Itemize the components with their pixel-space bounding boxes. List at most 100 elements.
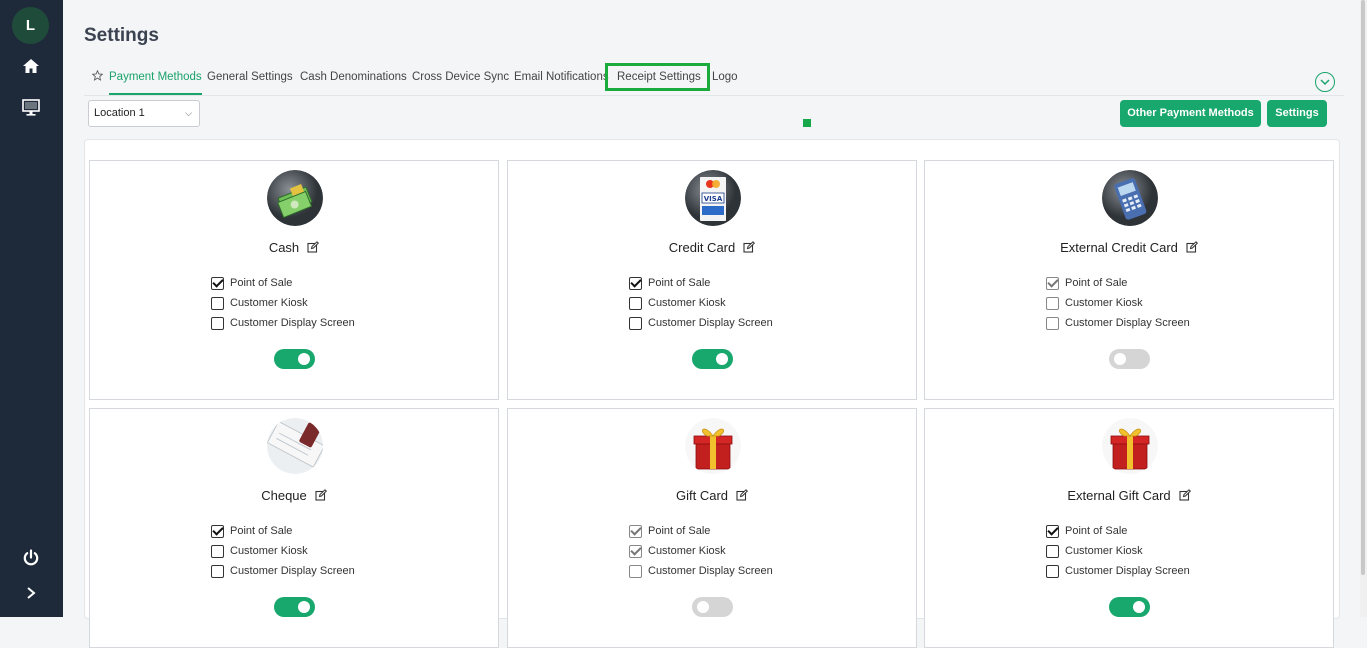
- collapse-chevron-icon[interactable]: [1315, 72, 1335, 92]
- gift-icon: [685, 418, 741, 474]
- customer-display-screen-checkbox: [629, 564, 642, 578]
- customer-kiosk-checkbox[interactable]: [1046, 544, 1059, 558]
- payment-method-title: Cash: [90, 240, 498, 255]
- settings-tabs: Payment Methods General Settings Cash De…: [84, 60, 1344, 96]
- customer-kiosk-checkbox-row: Customer Kiosk: [1046, 293, 1190, 313]
- edit-icon[interactable]: [315, 489, 327, 501]
- status-indicator: [803, 119, 811, 127]
- location-select[interactable]: Location 1 ⌵: [88, 100, 200, 127]
- tab-highlight-box: [605, 63, 710, 91]
- channel-options: Point of Sale Customer Kiosk Customer Disp…: [211, 521, 355, 581]
- payment-methods-panel: Cash Point of Sale Customer Kiosk Customer …: [84, 139, 1340, 648]
- point-of-sale-checkbox[interactable]: [1046, 524, 1059, 538]
- customer-kiosk-checkbox[interactable]: [211, 296, 224, 310]
- chevron-down-icon: ⌵: [185, 108, 192, 118]
- edit-icon[interactable]: [1179, 489, 1191, 501]
- customer-display-screen-checkbox[interactable]: [211, 316, 224, 330]
- option-label: Point of Sale: [1065, 525, 1128, 537]
- cheque-icon: [267, 418, 323, 474]
- point-of-sale-checkbox: [629, 524, 642, 538]
- channel-options: Point of Sale Customer Kiosk Customer Disp…: [1046, 273, 1190, 333]
- home-icon[interactable]: [20, 55, 42, 77]
- tab-cross-device-sync[interactable]: Cross Device Sync: [412, 60, 509, 95]
- point-of-sale-checkbox[interactable]: [211, 524, 224, 538]
- page-title: Settings: [84, 25, 159, 46]
- location-select-value: Location 1: [94, 107, 145, 119]
- option-label: Customer Kiosk: [230, 545, 308, 557]
- avatar[interactable]: L: [12, 7, 49, 44]
- enable-toggle[interactable]: [1109, 349, 1150, 369]
- payment-method-title: Cheque: [90, 488, 498, 503]
- edit-icon[interactable]: [1186, 241, 1198, 253]
- option-label: Customer Display Screen: [1065, 317, 1190, 329]
- option-label: Customer Kiosk: [1065, 545, 1143, 557]
- option-label: Customer Display Screen: [648, 565, 773, 577]
- payment-method-name: External Gift Card: [1067, 488, 1171, 503]
- option-label: Point of Sale: [230, 277, 293, 289]
- point-of-sale-checkbox-row: Point of Sale: [211, 273, 355, 293]
- star-icon: [91, 60, 104, 95]
- option-label: Point of Sale: [648, 525, 711, 537]
- channel-options: Point of Sale Customer Kiosk Customer Disp…: [211, 273, 355, 333]
- customer-kiosk-checkbox[interactable]: [629, 296, 642, 310]
- payment-method-title: External Credit Card: [925, 240, 1333, 255]
- edit-icon[interactable]: [307, 241, 320, 253]
- option-label: Point of Sale: [648, 277, 711, 289]
- edit-icon[interactable]: [743, 241, 756, 253]
- point-of-sale-checkbox-row: Point of Sale: [1046, 273, 1190, 293]
- enable-toggle[interactable]: [692, 597, 733, 617]
- point-of-sale-checkbox: [1046, 276, 1059, 290]
- main-content: Settings Payment Methods General Setting…: [63, 0, 1360, 648]
- channel-options: Point of Sale Customer Kiosk Customer Disp…: [1046, 521, 1190, 581]
- enable-toggle[interactable]: [274, 349, 315, 369]
- point-of-sale-checkbox[interactable]: [211, 276, 224, 290]
- channel-options: Point of Sale Customer Kiosk Customer Disp…: [629, 521, 773, 581]
- tab-payment-methods[interactable]: Payment Methods: [109, 60, 202, 95]
- customer-display-screen-checkbox[interactable]: [629, 316, 642, 330]
- point-of-sale-checkbox-row: Point of Sale: [629, 273, 773, 293]
- customer-kiosk-checkbox[interactable]: [211, 544, 224, 558]
- tab-logo[interactable]: Logo: [712, 60, 738, 95]
- power-icon[interactable]: [20, 547, 42, 569]
- point-of-sale-checkbox-row: Point of Sale: [1046, 521, 1190, 541]
- settings-button[interactable]: Settings: [1267, 100, 1327, 127]
- option-label: Customer Display Screen: [230, 565, 355, 577]
- tab-general-settings[interactable]: General Settings: [207, 60, 293, 95]
- tab-cash-denominations[interactable]: Cash Denominations: [300, 60, 407, 95]
- other-payment-methods-button[interactable]: Other Payment Methods: [1120, 100, 1261, 127]
- enable-toggle[interactable]: [274, 597, 315, 617]
- customer-display-screen-checkbox[interactable]: [211, 564, 224, 578]
- customer-kiosk-checkbox: [629, 544, 642, 558]
- enable-toggle[interactable]: [1109, 597, 1150, 617]
- enable-toggle[interactable]: [692, 349, 733, 369]
- tab-email-notifications[interactable]: Email Notifications: [514, 60, 609, 95]
- customer-display-screen-checkbox-row: Customer Display Screen: [1046, 561, 1190, 581]
- scrollbar[interactable]: [1360, 0, 1367, 617]
- point-of-sale-checkbox[interactable]: [629, 276, 642, 290]
- customer-display-screen-checkbox-row: Customer Display Screen: [629, 561, 773, 581]
- option-label: Customer Display Screen: [1065, 565, 1190, 577]
- option-label: Customer Kiosk: [648, 297, 726, 309]
- option-label: Point of Sale: [230, 525, 293, 537]
- payment-method-card: VISA Credit Card Point of Sale Customer Kio…: [507, 160, 917, 400]
- svg-text:VISA: VISA: [704, 195, 723, 203]
- customer-display-screen-checkbox-row: Customer Display Screen: [629, 313, 773, 333]
- payment-method-name: Cheque: [261, 488, 307, 503]
- monitor-icon[interactable]: [20, 96, 42, 118]
- option-label: Customer Kiosk: [1065, 297, 1143, 309]
- card-terminal-icon: [1102, 170, 1158, 226]
- customer-kiosk-checkbox-row: Customer Kiosk: [1046, 541, 1190, 561]
- customer-kiosk-checkbox-row: Customer Kiosk: [629, 541, 773, 561]
- payment-method-name: Cash: [268, 240, 300, 255]
- channel-options: Point of Sale Customer Kiosk Customer Disp…: [629, 273, 773, 333]
- customer-kiosk-checkbox: [1046, 296, 1059, 310]
- payment-method-title: Gift Card: [508, 488, 916, 503]
- gift-icon: [1102, 418, 1158, 474]
- edit-icon[interactable]: [736, 489, 749, 501]
- payment-method-card: Cash Point of Sale Customer Kiosk Customer …: [89, 160, 499, 400]
- chevron-right-icon[interactable]: [20, 582, 42, 604]
- payment-method-name: Gift Card: [675, 488, 728, 503]
- option-label: Customer Display Screen: [648, 317, 773, 329]
- customer-display-screen-checkbox[interactable]: [1046, 564, 1059, 578]
- payment-method-card: Cheque Point of Sale Customer Kiosk Custome…: [89, 408, 499, 648]
